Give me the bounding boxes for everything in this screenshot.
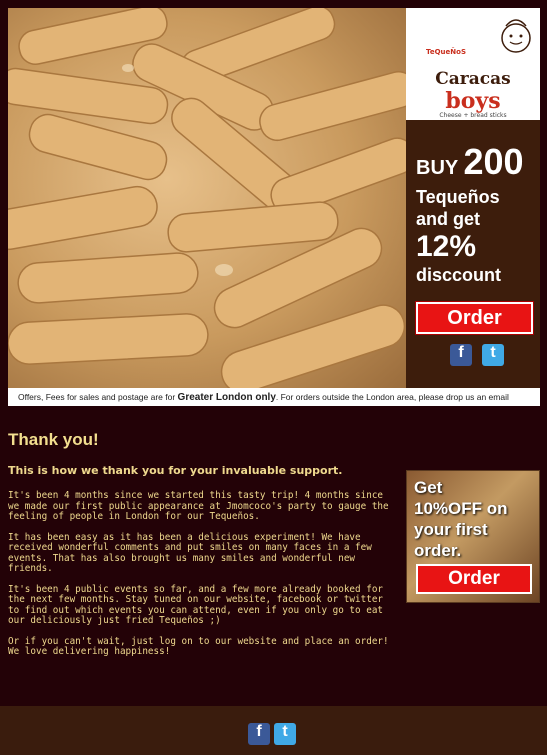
promo-product: Tequeños bbox=[416, 187, 500, 207]
brand-name-bottom: boys bbox=[445, 88, 501, 114]
social-links-top: f t bbox=[450, 344, 504, 366]
page-title: Thank you! bbox=[8, 430, 99, 449]
paragraph-2: It has been easy as it has been a delici… bbox=[8, 531, 372, 574]
order-button[interactable]: Order bbox=[415, 301, 534, 335]
tequenos-photo bbox=[8, 8, 406, 388]
brand-tagline: Cheese + bread sticks bbox=[439, 112, 507, 119]
facebook-icon[interactable]: f bbox=[450, 344, 472, 366]
twitter-icon[interactable]: t bbox=[482, 344, 504, 366]
paragraph-4: Or if you can't wait, just log on to our… bbox=[8, 635, 389, 657]
promo-amount: 200 bbox=[463, 141, 524, 182]
brand-tequenos-tag: TeQueÑoS bbox=[426, 48, 466, 56]
promo-discount: disccount bbox=[416, 265, 502, 285]
paragraph-3: It's been 4 public events so far, and a … bbox=[8, 583, 384, 626]
ad-line-4: order. bbox=[414, 541, 462, 560]
social-links-footer: f t bbox=[248, 723, 296, 745]
ad-line-3: your first bbox=[414, 520, 488, 539]
brand-name: Caracas boys bbox=[406, 68, 540, 112]
facebook-icon[interactable]: f bbox=[248, 723, 270, 745]
ad-order-button[interactable]: Order bbox=[416, 564, 532, 594]
promo-text: BUY 200 Tequeños and get 12% disccount bbox=[416, 144, 536, 286]
offer-note-before: Offers, Fees for sales and postage are f… bbox=[18, 392, 178, 402]
offer-note: Offers, Fees for sales and postage are f… bbox=[8, 388, 540, 406]
paragraph-1: It's been 4 months since we started this… bbox=[8, 490, 389, 522]
ad-line-1: Get bbox=[414, 478, 443, 497]
promo-and-get: and get bbox=[416, 209, 481, 229]
brand-name-top: Caracas bbox=[435, 69, 511, 89]
first-order-ad[interactable]: Get 10%OFF on your first order. Order bbox=[406, 470, 540, 603]
twitter-icon[interactable]: t bbox=[274, 723, 296, 745]
brand-logo: TeQueÑoS Caracas boys Cheese + bread sti… bbox=[406, 8, 540, 120]
hero-banner: TeQueÑoS Caracas boys Cheese + bread sti… bbox=[8, 8, 540, 406]
lead-text: This is how we thank you for your invalu… bbox=[8, 464, 343, 477]
promo-sidebar: TeQueÑoS Caracas boys Cheese + bread sti… bbox=[406, 8, 540, 388]
promo-percent: 12% bbox=[416, 230, 477, 263]
ad-line-2: 10%OFF on bbox=[414, 499, 508, 518]
first-order-ad-text: Get 10%OFF on your first order. bbox=[414, 477, 508, 561]
footer: f t bbox=[0, 706, 547, 755]
message-body: This is how we thank you for your invalu… bbox=[8, 464, 394, 668]
promo-buy: BUY bbox=[416, 157, 458, 179]
offer-note-after: . For orders outside the London area, pl… bbox=[275, 392, 509, 402]
offer-note-area: Greater London only bbox=[177, 392, 276, 403]
